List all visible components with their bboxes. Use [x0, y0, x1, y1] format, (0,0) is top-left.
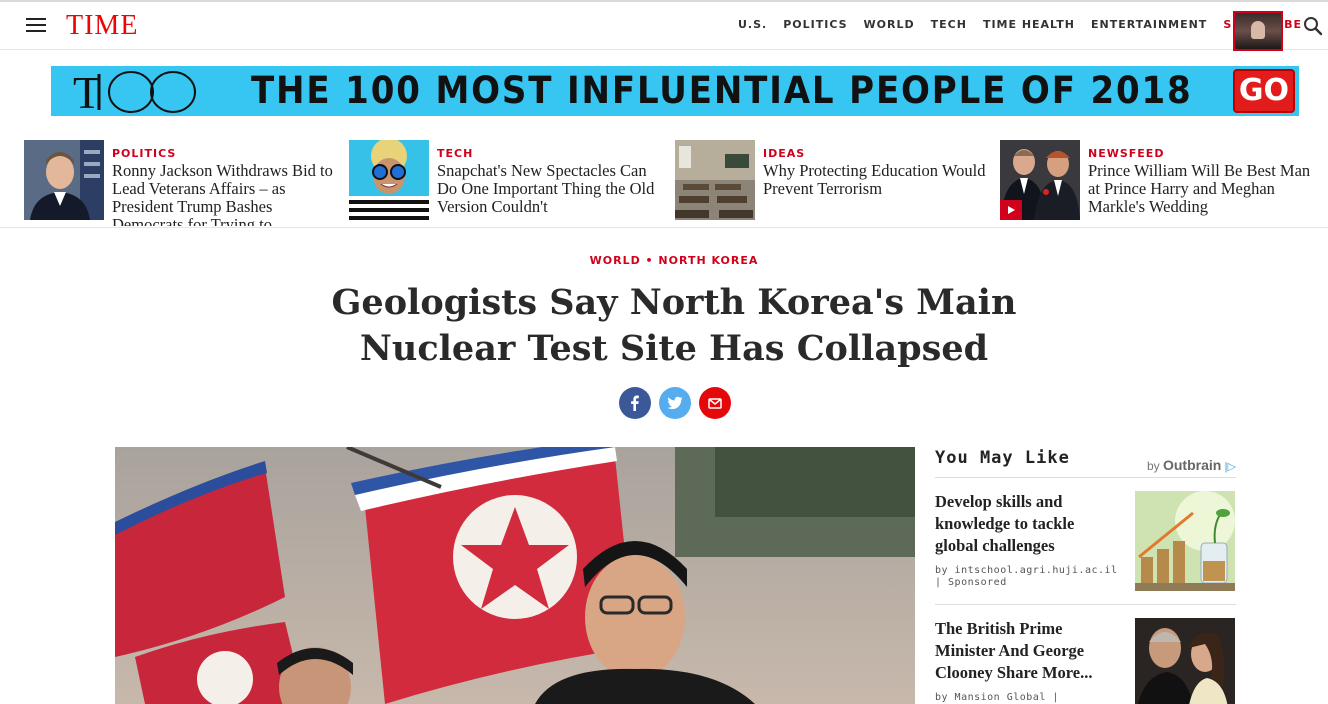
nav-tech[interactable]: TECH: [931, 18, 967, 31]
kicker-separator: •: [640, 254, 659, 267]
article-hero-image: [115, 447, 915, 704]
outbrain-attribution[interactable]: by Outbrain |▷: [1147, 457, 1236, 473]
teaser-item[interactable]: POLITICS Ronny Jackson Withdraws Bid to …: [24, 140, 334, 226]
time-logo[interactable]: TIME: [66, 10, 138, 42]
go-button[interactable]: GO: [1233, 69, 1295, 113]
nav-entertainment[interactable]: ENTERTAINMENT: [1091, 18, 1207, 31]
adchoices-icon[interactable]: |▷: [1225, 461, 1236, 473]
nav-politics[interactable]: POLITICS: [783, 18, 847, 31]
teaser-category: IDEAS: [763, 147, 806, 160]
outbrain-logo: Outbrain: [1162, 457, 1222, 473]
article-headline: Geologists Say North Korea's Main Nuclea…: [331, 282, 1017, 369]
teaser-thumbnail-ronny-jackson: [24, 140, 104, 220]
you-may-like-title: You May Like: [935, 448, 1070, 468]
time100-banner-text: THE 100 MOST INFLUENTIAL PEOPLE OF 2018: [251, 69, 1193, 112]
recommended-source: by intschool.agri.huji.ac.il | Sponsored: [935, 565, 1118, 588]
recommended-item[interactable]: The British Prime Minister And George Cl…: [935, 618, 1236, 704]
search-icon[interactable]: [1303, 16, 1323, 36]
email-icon: [708, 398, 722, 409]
menu-icon[interactable]: [26, 18, 46, 34]
teaser-item[interactable]: NEWSFEED Prince William Will Be Best Man…: [1000, 140, 1310, 226]
recommended-thumbnail-clooney[interactable]: [1135, 618, 1235, 704]
facebook-share-button[interactable]: [619, 387, 651, 419]
magazine-cover-thumbnail[interactable]: [1233, 11, 1283, 51]
teaser-headline[interactable]: Prince William Will Be Best Man at Princ…: [1088, 162, 1318, 226]
svg-text:T: T: [73, 68, 101, 114]
top-navigation-bar: TIME U.S. POLITICS WORLD TECH TIME HEALT…: [0, 0, 1328, 51]
video-play-icon[interactable]: [1000, 200, 1022, 220]
teaser-thumbnail-princes: [1000, 140, 1080, 220]
divider: [935, 604, 1236, 605]
article-kicker: WORLD • NORTH KOREA: [0, 254, 1328, 267]
recommended-item[interactable]: Develop skills and knowledge to tackle g…: [935, 491, 1236, 601]
teaser-headline[interactable]: Ronny Jackson Withdraws Bid to Lead Vete…: [112, 162, 342, 226]
teaser-headline[interactable]: Snapchat's New Spectacles Can Do One Imp…: [437, 162, 667, 226]
teaser-item[interactable]: TECH Snapchat's New Spectacles Can Do On…: [349, 140, 659, 226]
recommended-title[interactable]: Develop skills and knowledge to tackle g…: [935, 491, 1115, 557]
kicker-section-link[interactable]: WORLD: [590, 254, 641, 267]
divider: [935, 477, 1236, 478]
email-share-button[interactable]: [699, 387, 731, 419]
teaser-category: NEWSFEED: [1088, 147, 1165, 160]
facebook-icon: [631, 395, 639, 411]
teaser-strip: POLITICS Ronny Jackson Withdraws Bid to …: [0, 138, 1328, 228]
kicker-topic-link[interactable]: NORTH KOREA: [658, 254, 758, 267]
teaser-category: TECH: [437, 147, 474, 160]
twitter-icon: [667, 396, 683, 410]
recommended-title[interactable]: The British Prime Minister And George Cl…: [935, 618, 1115, 684]
teaser-thumbnail-spectacles: [349, 140, 429, 220]
recommended-source: by Mansion Global |: [935, 692, 1059, 703]
you-may-like-widget: You May Like by Outbrain |▷ Develop skil…: [935, 447, 1236, 704]
time100-banner[interactable]: T THE 100 MOST INFLUENTIAL PEOPLE OF 201…: [51, 66, 1299, 116]
nav-us[interactable]: U.S.: [738, 18, 767, 31]
time100-logo: T: [73, 68, 196, 114]
teaser-thumbnail-classroom: [675, 140, 755, 220]
twitter-share-button[interactable]: [659, 387, 691, 419]
teaser-category: POLITICS: [112, 147, 177, 160]
primary-nav: U.S. POLITICS WORLD TECH TIME HEALTH ENT…: [738, 18, 1318, 31]
nav-world[interactable]: WORLD: [864, 18, 915, 31]
nav-time-health[interactable]: TIME HEALTH: [983, 18, 1075, 31]
teaser-item[interactable]: IDEAS Why Protecting Education Would Pre…: [675, 140, 985, 226]
teaser-headline[interactable]: Why Protecting Education Would Prevent T…: [763, 162, 993, 226]
by-label: by: [1146, 459, 1160, 473]
recommended-thumbnail-coins-plant[interactable]: [1135, 491, 1235, 591]
